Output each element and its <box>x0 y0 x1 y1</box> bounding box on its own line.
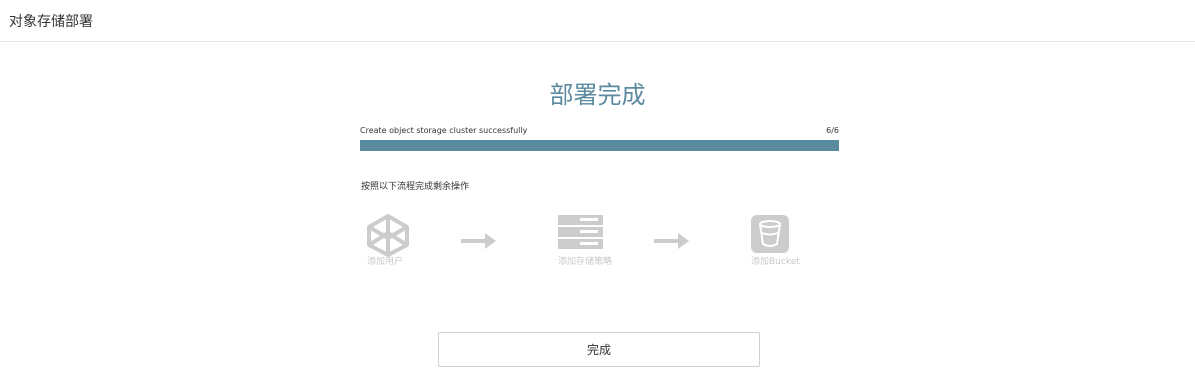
progress-message: Create object storage cluster successful… <box>360 126 528 135</box>
finish-button[interactable]: 完成 <box>438 332 760 367</box>
next-steps-heading: 按照以下流程完成剩余操作 <box>361 182 470 192</box>
arrow-right-icon <box>461 233 496 249</box>
arrow-right-icon <box>654 233 689 249</box>
step-label: 添加Bucket <box>751 257 800 267</box>
progress-bar-fill <box>360 140 839 151</box>
page-header: 对象存储部署 <box>0 0 1195 42</box>
progress-counter: 6/6 <box>826 126 839 135</box>
cube-icon <box>367 214 409 257</box>
page-title: 对象存储部署 <box>9 14 93 30</box>
progress-bar <box>360 140 839 151</box>
server-stack-icon <box>558 215 603 249</box>
step-label: 添加存储策略 <box>558 257 613 267</box>
step-label: 添加用户 <box>367 257 404 267</box>
bucket-icon <box>751 215 789 253</box>
deploy-complete-title: 部署完成 <box>549 81 646 109</box>
